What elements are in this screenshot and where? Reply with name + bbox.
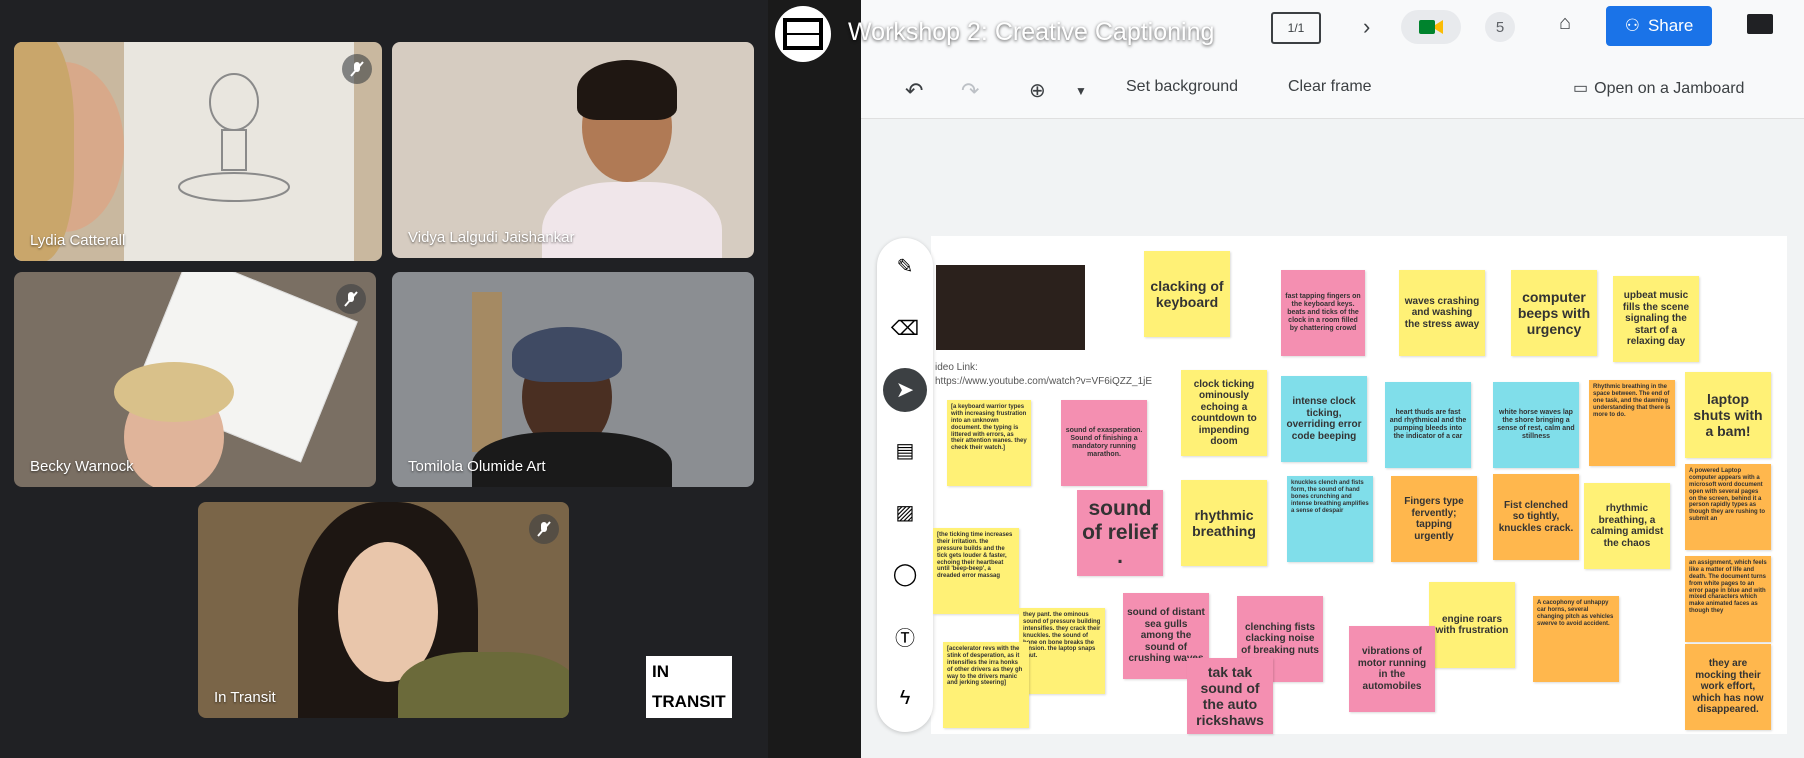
mic-muted-icon <box>342 54 372 84</box>
person-hair <box>14 42 74 261</box>
participant-name: Lydia Catterall <box>30 232 126 249</box>
participant-name: Vidya Lalgudi Jaishankar <box>408 229 575 246</box>
eraser-icon[interactable]: ⌫ <box>889 312 921 344</box>
sticky-note[interactable]: [a keyboard warrior types with increasin… <box>947 400 1031 486</box>
sticky-note[interactable]: Fist clenched so tightly, knuckles crack… <box>1493 474 1579 560</box>
undo-icon[interactable]: ↶ <box>905 78 923 104</box>
zoom-icon[interactable]: ⊕ <box>1029 78 1046 103</box>
clear-frame-button[interactable]: Clear frame <box>1288 78 1372 96</box>
person-body <box>398 652 569 718</box>
chevron-right-icon[interactable]: › <box>1363 14 1370 40</box>
participant-name: Becky Warnock <box>30 458 134 475</box>
divider-panel <box>768 0 861 758</box>
sticky-note[interactable]: rhythmic breathing, a calming amidst the… <box>1584 483 1670 569</box>
frame-counter[interactable]: 1/1 <box>1271 12 1321 44</box>
sticky-note[interactable]: sound of exasperation. Sound of finishin… <box>1061 400 1147 486</box>
participant-tile[interactable]: Tomilola Olumide Art <box>392 272 754 487</box>
open-on-jamboard-button[interactable]: ▭ Open on a Jamboard <box>1573 78 1744 98</box>
sticky-note[interactable]: sound of relief . <box>1077 490 1163 576</box>
video-thumbnail[interactable] <box>936 265 1085 350</box>
sticky-note[interactable]: A powered Laptop computer appears with a… <box>1685 464 1771 550</box>
sticky-note[interactable]: computer beeps with urgency <box>1511 270 1597 356</box>
redo-icon[interactable]: ↷ <box>961 78 979 104</box>
mic-muted-icon <box>529 514 559 544</box>
person-headwrap <box>512 327 622 382</box>
sticky-note[interactable]: fast tapping fingers on the keyboard key… <box>1281 270 1365 356</box>
sticky-note[interactable]: vibrations of motor running in the autom… <box>1349 626 1435 712</box>
participant-tile[interactable]: Vidya Lalgudi Jaishankar <box>392 42 754 258</box>
mic-muted-icon <box>336 284 366 314</box>
sticky-note[interactable]: waves crashing and washing the stress aw… <box>1399 270 1485 356</box>
set-background-button[interactable]: Set background <box>1126 78 1238 96</box>
sticky-note[interactable]: clacking of keyboard <box>1144 251 1230 337</box>
participant-count-badge: 5 <box>1485 12 1515 42</box>
monitor-icon: ▭ <box>1573 80 1589 97</box>
video-grid: Lydia Catterall Vidya Lalgudi Jaishankar… <box>0 0 768 758</box>
background-shelf <box>472 292 502 452</box>
sketch-drawing <box>178 73 290 202</box>
sticky-note[interactable]: engine roars with frustration <box>1429 582 1515 668</box>
participant-tile[interactable]: Lydia Catterall <box>14 42 382 261</box>
select-icon[interactable]: ➤ <box>883 368 927 412</box>
sticky-note[interactable]: an assignment, which feels like a matter… <box>1685 556 1771 642</box>
sticky-note[interactable]: laptop shuts with a bam! <box>1685 372 1771 458</box>
sticky-note[interactable]: clock ticking ominously echoing a countd… <box>1181 370 1267 456</box>
video-title: Workshop 2: Creative Captioning <box>848 18 1215 46</box>
participant-tile[interactable]: In Transit <box>198 502 569 718</box>
present-icon[interactable]: ⌂ <box>1559 12 1571 35</box>
sticky-note[interactable]: Fingers type fervently; tapping urgently <box>1391 476 1477 562</box>
in-transit-logo: IN TRANSIT <box>646 656 732 718</box>
sticky-note[interactable]: [accelerator revs with the stink of desp… <box>943 642 1029 728</box>
circle-icon[interactable]: ◯ <box>889 558 921 590</box>
sticky-note[interactable]: they pant. the ominous sound of pressure… <box>1019 608 1105 694</box>
sticky-note[interactable]: knuckles clench and fists form, the soun… <box>1287 476 1373 562</box>
sticky-note[interactable]: they are mocking their work effort, whic… <box>1685 644 1771 730</box>
sticky-note[interactable]: upbeat music fills the scene signaling t… <box>1613 276 1699 362</box>
sticky-note[interactable]: Rhythmic breathing in the space between.… <box>1589 380 1675 466</box>
sticky-note[interactable]: tak tak sound of the auto rickshaws <box>1187 658 1273 734</box>
channel-logo <box>775 6 831 62</box>
tool-rail: ✎ ⌫ ➤ ▤ ▨ ◯ Ⓣ ϟ <box>877 238 933 732</box>
chevron-down-icon[interactable]: ▼ <box>1075 84 1087 98</box>
video-link[interactable]: ideo Link: https://www.youtube.com/watch… <box>935 361 1152 389</box>
participant-name: In Transit <box>214 689 276 706</box>
laser-icon[interactable]: ϟ <box>889 682 921 714</box>
jamboard-toolbar: ↶ ↷ ⊕ ▼ Set background Clear frame ▭ Open… <box>861 62 1804 119</box>
share-button[interactable]: ⚇ Share <box>1606 6 1712 46</box>
sticky-note[interactable]: white horse waves lap the shore bringing… <box>1493 382 1579 468</box>
image-icon[interactable]: ▨ <box>889 496 921 528</box>
participant-tile[interactable]: Becky Warnock <box>14 272 376 487</box>
person-hair <box>577 60 677 120</box>
sticky-note[interactable]: [the ticking time increases their irrita… <box>933 528 1019 614</box>
pen-icon[interactable]: ✎ <box>889 250 921 282</box>
sticky-note[interactable]: rhythmic breathing <box>1181 480 1267 566</box>
person-hair <box>114 362 234 422</box>
jamboard-window: 1/1 › 5 ⌂ ⚇ Share ↶ ↷ ⊕ ▼ Set background… <box>861 0 1804 758</box>
lock-person-icon: ⚇ <box>1624 16 1640 35</box>
meet-icon[interactable] <box>1401 10 1461 44</box>
profile-icon[interactable] <box>1747 14 1773 34</box>
sticky-note[interactable]: heart thuds are fast and rhythmical and … <box>1385 382 1471 468</box>
in-transit-icon <box>783 18 823 50</box>
sticky-note[interactable]: A cacophony of unhappy car horns, severa… <box>1533 596 1619 682</box>
sticky-note-icon[interactable]: ▤ <box>889 434 921 466</box>
sticky-note[interactable]: intense clock ticking, overriding error … <box>1281 376 1367 462</box>
text-box-icon[interactable]: Ⓣ <box>889 620 921 652</box>
person-body <box>542 182 722 258</box>
participant-name: Tomilola Olumide Art <box>408 458 546 475</box>
